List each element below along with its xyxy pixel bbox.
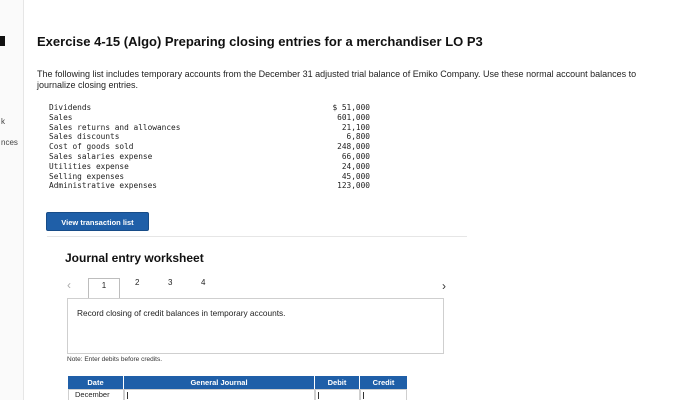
- next-page-chevron-icon[interactable]: ›: [442, 279, 446, 293]
- account-amount: 66,000: [341, 151, 370, 161]
- prev-page-chevron-icon[interactable]: ‹: [67, 278, 71, 292]
- worksheet-note: Note: Enter debits before credits.: [67, 356, 163, 363]
- account-name: Sales returns and allowances: [49, 122, 181, 132]
- input-marker: [318, 392, 319, 399]
- left-sidebar: k nces: [0, 0, 24, 400]
- column-header-general-journal: General Journal: [124, 376, 315, 389]
- exercise-title: Exercise 4-15 (Algo) Preparing closing e…: [37, 34, 483, 49]
- account-amount: 24,000: [341, 161, 370, 171]
- account-name: Cost of goods sold: [49, 142, 134, 152]
- account-name: Administrative expenses: [49, 181, 157, 191]
- account-name: Sales discounts: [49, 132, 120, 142]
- tab-page-4[interactable]: 4: [201, 278, 205, 287]
- column-header-credit: Credit: [360, 376, 407, 389]
- exercise-intro: The following list includes temporary ac…: [37, 69, 637, 90]
- dropdown-marker: [127, 392, 128, 399]
- account-name: Sales: [49, 112, 73, 122]
- tab-page-3[interactable]: 3: [168, 278, 172, 287]
- debit-cell[interactable]: [315, 389, 360, 400]
- account-name: Sales salaries expense: [49, 151, 153, 161]
- sidebar-fragment[interactable]: nces: [1, 138, 18, 147]
- account-amount: 601,000: [337, 112, 370, 122]
- instruction-text: Record closing of credit balances in tem…: [77, 308, 286, 318]
- tab-page-2[interactable]: 2: [135, 278, 139, 287]
- account-name: Utilities expense: [49, 161, 129, 171]
- sidebar-fragment[interactable]: k: [1, 117, 5, 126]
- account-amount: 45,000: [341, 171, 370, 181]
- account-amount: 248,000: [337, 142, 370, 152]
- worksheet-title: Journal entry worksheet: [65, 251, 204, 265]
- view-transaction-list-button[interactable]: View transaction list: [46, 212, 149, 231]
- account-amount: 21,100: [341, 122, 370, 132]
- instruction-box: [67, 298, 444, 354]
- amount-list: $ 51,000 601,000 21,100 6,800 248,000 66…: [300, 103, 370, 191]
- account-amount: 123,000: [337, 181, 370, 191]
- column-header-debit: Debit: [315, 376, 360, 389]
- tab-page-1[interactable]: 1: [88, 278, 120, 298]
- input-marker: [363, 392, 364, 399]
- date-cell[interactable]: December: [68, 389, 124, 400]
- account-amount: $ 51,000: [332, 103, 370, 112]
- account-list: Dividends Sales Sales returns and allowa…: [49, 103, 180, 191]
- account-name: Selling expenses: [49, 171, 125, 181]
- general-journal-cell[interactable]: [124, 389, 315, 400]
- column-header-date: Date: [68, 376, 124, 389]
- account-name: Dividends: [49, 103, 92, 112]
- active-marker: [0, 36, 5, 46]
- account-amount: 6,800: [346, 132, 370, 142]
- credit-cell[interactable]: [360, 389, 407, 400]
